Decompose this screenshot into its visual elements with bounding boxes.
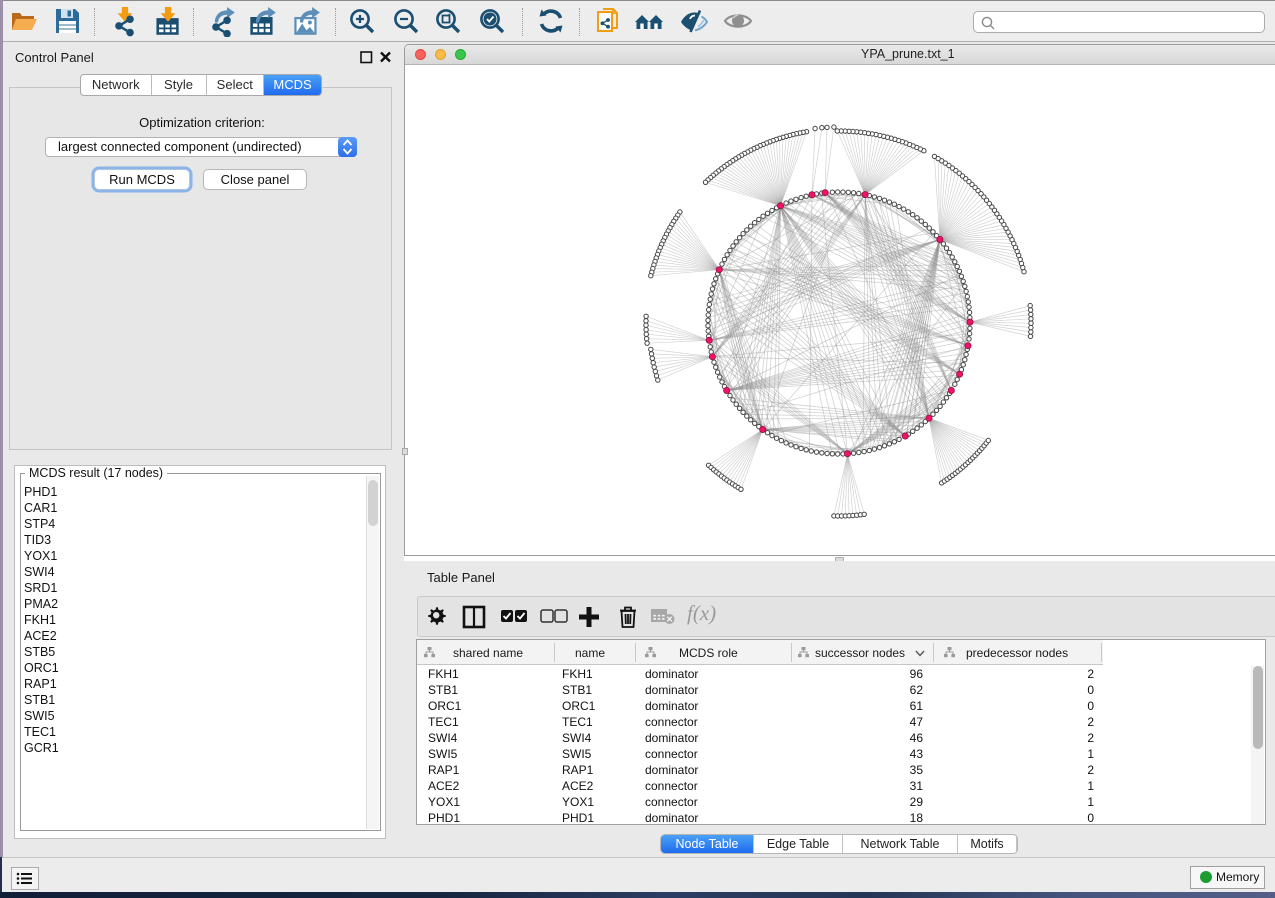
svg-text:f(x): f(x) [687, 601, 716, 625]
